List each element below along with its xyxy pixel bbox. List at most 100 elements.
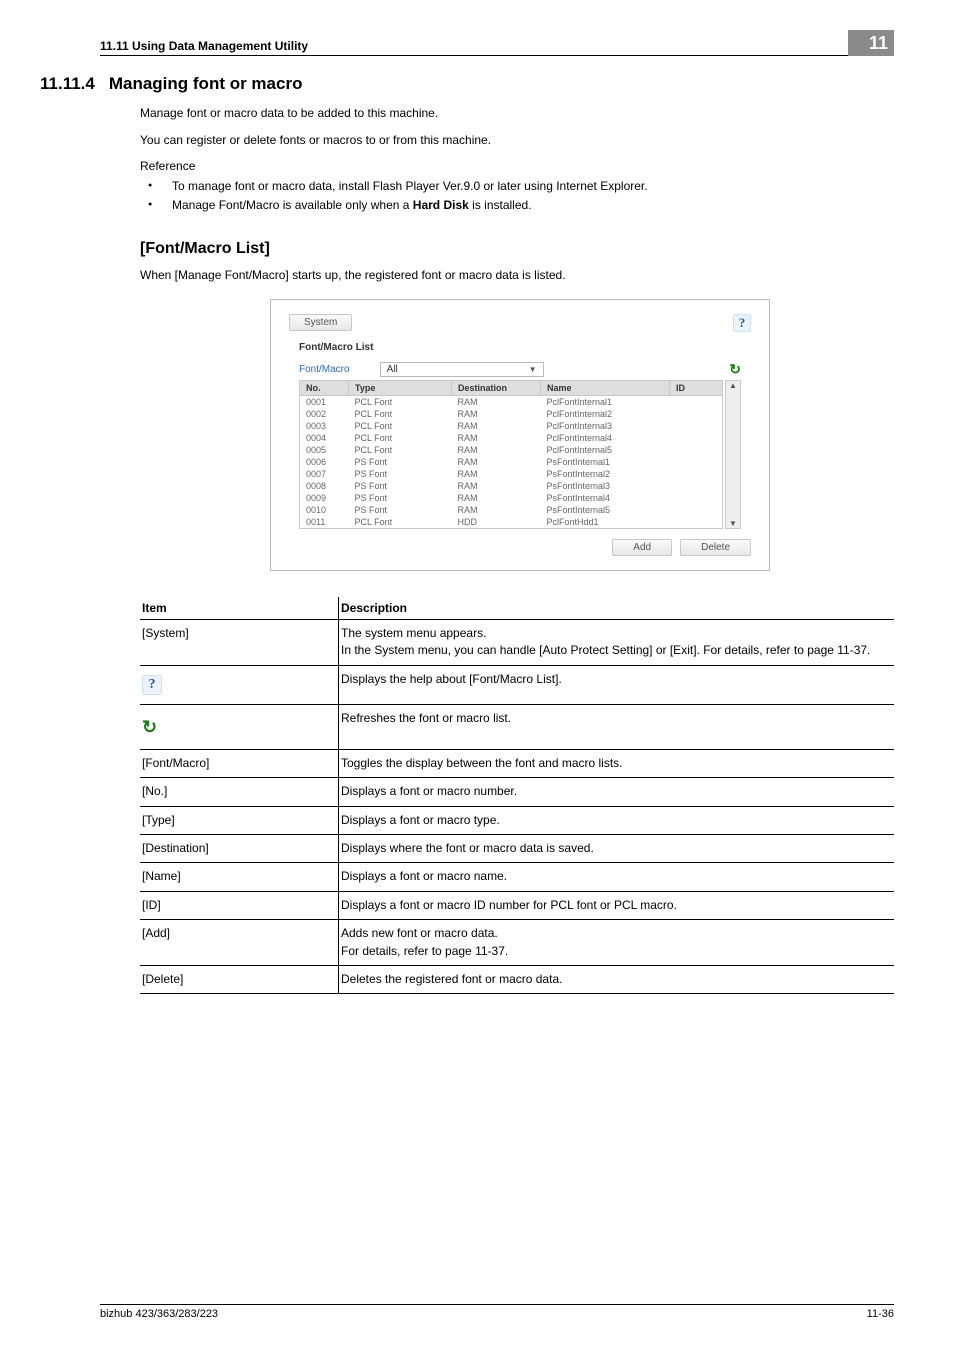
description-cell: Displays where the font or macro data is… (339, 835, 895, 863)
description-cell: Displays the help about [Font/Macro List… (339, 665, 895, 704)
help-icon[interactable]: ? (733, 314, 751, 332)
col-destination[interactable]: Destination (452, 380, 541, 395)
table-row: [No.]Displays a font or macro number. (140, 778, 894, 806)
cell: PclFontInternal4 (541, 432, 670, 444)
description-cell: Displays a font or macro name. (339, 863, 895, 891)
table-row[interactable]: 0011PCL FontHDDPclFontHdd1 (300, 516, 723, 529)
col-no[interactable]: No. (300, 380, 349, 395)
col-name[interactable]: Name (541, 380, 670, 395)
description-cell: Displays a font or macro number. (339, 778, 895, 806)
fontmacro-toggle-link[interactable]: Font/Macro (299, 364, 350, 375)
paragraph: When [Manage Font/Macro] starts up, the … (140, 266, 894, 285)
item-cell: ? (140, 665, 339, 704)
scrollbar[interactable]: ▲ ▼ (725, 380, 741, 529)
cell (670, 444, 723, 456)
cell: HDD (452, 516, 541, 529)
refresh-icon[interactable]: ↻ (729, 361, 741, 378)
item-cell: [No.] (140, 778, 339, 806)
cell (670, 432, 723, 444)
cell: PCL Font (349, 516, 452, 529)
cell (670, 516, 723, 529)
table-row[interactable]: 0009PS FontRAMPsFontInternal4 (300, 492, 723, 504)
table-row[interactable]: 0004PCL FontRAMPclFontInternal4 (300, 432, 723, 444)
section-title: Managing font or macro (109, 74, 303, 94)
cell (670, 480, 723, 492)
reference-list: To manage font or macro data, install Fl… (140, 177, 894, 214)
scroll-up-icon[interactable]: ▲ (729, 381, 737, 390)
cell: 0007 (300, 468, 349, 480)
item-cell: [Font/Macro] (140, 749, 339, 777)
table-row[interactable]: 0002PCL FontRAMPclFontInternal2 (300, 408, 723, 420)
refresh-icon: ↻ (142, 714, 157, 740)
cell: PclFontInternal2 (541, 408, 670, 420)
cell: PCL Font (349, 420, 452, 432)
cell (670, 492, 723, 504)
table-row[interactable]: 0005PCL FontRAMPclFontInternal5 (300, 444, 723, 456)
cell: 0001 (300, 395, 349, 408)
description-cell: Deletes the registered font or macro dat… (339, 965, 895, 993)
cell: 0010 (300, 504, 349, 516)
reference-label: Reference (140, 159, 894, 173)
cell: PsFontInternal4 (541, 492, 670, 504)
cell: PclFontHdd1 (541, 516, 670, 529)
table-row: [Add]Adds new font or macro data. For de… (140, 920, 894, 966)
table-row[interactable]: 0010PS FontRAMPsFontInternal5 (300, 504, 723, 516)
table-row[interactable]: 0006PS FontRAMPsFontInternal1 (300, 456, 723, 468)
item-cell: [Name] (140, 863, 339, 891)
header-section: 11.11 Using Data Management Utility (100, 39, 848, 53)
description-cell: The system menu appears. In the System m… (339, 619, 895, 665)
table-row: [Delete]Deletes the registered font or m… (140, 965, 894, 993)
cell: RAM (452, 432, 541, 444)
cell: PCL Font (349, 408, 452, 420)
table-row: [Destination]Displays where the font or … (140, 835, 894, 863)
system-menu-button[interactable]: System (289, 314, 352, 331)
cell: PsFontInternal2 (541, 468, 670, 480)
item-cell: [Destination] (140, 835, 339, 863)
list-item: Manage Font/Macro is available only when… (140, 196, 894, 215)
table-row[interactable]: 0007PS FontRAMPsFontInternal2 (300, 468, 723, 480)
cell: PclFontInternal5 (541, 444, 670, 456)
cell: PCL Font (349, 432, 452, 444)
cell: RAM (452, 492, 541, 504)
table-row[interactable]: 0003PCL FontRAMPclFontInternal3 (300, 420, 723, 432)
item-cell: ↻ (140, 704, 339, 749)
section-number: 11.11.4 (40, 74, 95, 94)
cell: PCL Font (349, 444, 452, 456)
cell: PsFontInternal3 (541, 480, 670, 492)
fontmacro-filter-select[interactable]: All ▼ (380, 362, 544, 377)
scroll-down-icon[interactable]: ▼ (729, 519, 737, 528)
help-icon: ? (142, 675, 162, 695)
subsection-heading: [Font/Macro List] (140, 240, 894, 258)
cell: 0011 (300, 516, 349, 529)
cell: 0008 (300, 480, 349, 492)
cell (670, 468, 723, 480)
description-cell: Adds new font or macro data. For details… (339, 920, 895, 966)
delete-button[interactable]: Delete (680, 539, 751, 556)
cell: PclFontInternal1 (541, 395, 670, 408)
item-cell: [Add] (140, 920, 339, 966)
fontmacro-title: Font/Macro List (289, 342, 751, 353)
cell: 0003 (300, 420, 349, 432)
cell: PS Font (349, 456, 452, 468)
cell: PS Font (349, 504, 452, 516)
table-row: ↻Refreshes the font or macro list. (140, 704, 894, 749)
cell: PS Font (349, 468, 452, 480)
cell: RAM (452, 444, 541, 456)
chapter-chip: 11 (848, 30, 894, 56)
table-row: [Type]Displays a font or macro type. (140, 806, 894, 834)
table-row[interactable]: 0001PCL FontRAMPclFontInternal1 (300, 395, 723, 408)
text-bold: Hard Disk (413, 198, 469, 212)
text: Manage Font/Macro is available only when… (172, 198, 413, 212)
table-row: [Font/Macro]Toggles the display between … (140, 749, 894, 777)
description-cell: Displays a font or macro type. (339, 806, 895, 834)
fontmacro-table: No. Type Destination Name ID 0001PCL Fon… (299, 380, 723, 529)
cell: PsFontInternal1 (541, 456, 670, 468)
item-cell: [Delete] (140, 965, 339, 993)
col-id[interactable]: ID (670, 380, 723, 395)
table-row[interactable]: 0008PS FontRAMPsFontInternal3 (300, 480, 723, 492)
add-button[interactable]: Add (612, 539, 672, 556)
th-description: Description (339, 597, 895, 620)
col-type[interactable]: Type (349, 380, 452, 395)
table-row: ? Displays the help about [Font/Macro Lis… (140, 665, 894, 704)
section-heading: 11.11.4 Managing font or macro (40, 74, 894, 94)
